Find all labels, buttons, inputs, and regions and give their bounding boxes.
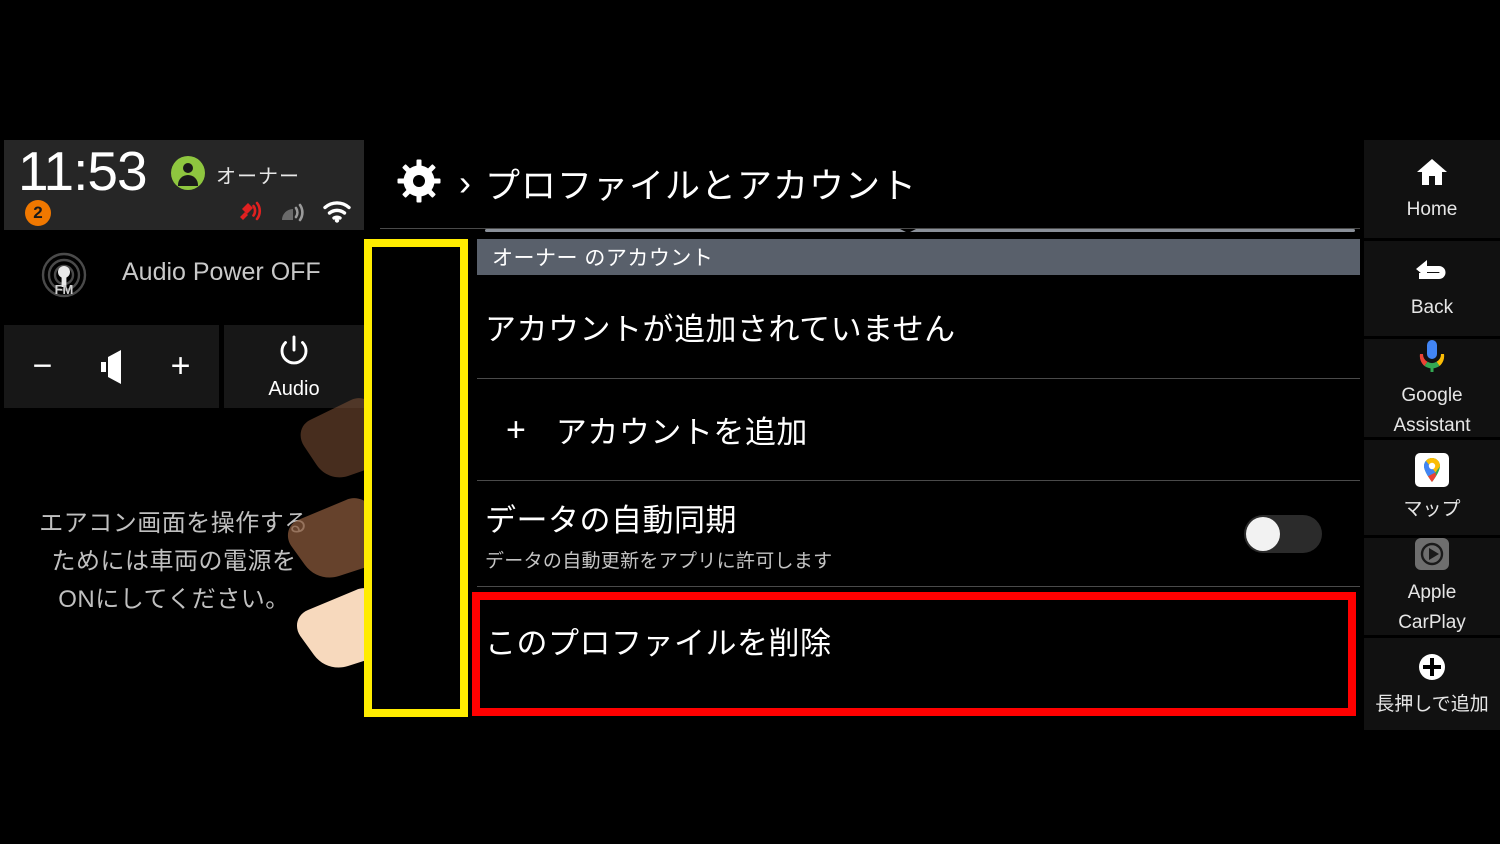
avatar-head [183,163,193,173]
sidebar-item-label: マップ [1403,499,1461,520]
volume-control-bar: − + [4,325,219,408]
sidebar-item-google-assistant[interactable]: Google Assistant [1364,339,1500,437]
breadcrumb: › プロファイルとアカウント [380,140,1360,226]
row-text-block: データの自動同期 データの自動更新をアプリに許可します [485,495,832,573]
page-title: プロファイルとアカウント [485,166,918,206]
clock: 11:53 [18,140,148,202]
volume-down-button[interactable]: − [18,325,68,408]
left-panel: 11:53 オーナー 2 FM Audio Power OFF − + Audi… [0,140,364,716]
sidebar-item-add-shortcut[interactable]: 長押しで追加 [1364,638,1500,730]
auto-sync-toggle[interactable] [1244,514,1322,553]
row-title: アカウントが追加されていません [485,312,956,347]
section-header: オーナー のアカウント [477,239,1360,275]
speaker-icon [95,349,129,384]
toggle-knob [1246,516,1280,551]
plus-circle-icon [1417,652,1447,687]
cellular-signal-icon [280,198,310,229]
right-sidebar: Home Back Google Assistant マップ Apple Car… [1364,140,1500,730]
sidebar-item-maps[interactable]: マップ [1364,440,1500,535]
apple-carplay-icon [1415,538,1449,575]
sidebar-item-apple-carplay[interactable]: Apple CarPlay [1364,538,1500,635]
row-title: アカウントを追加 [555,415,808,450]
wifi-icon [322,198,352,229]
settings-list: オーナー のアカウント アカウントが追加されていません + アカウントを追加 デ… [477,239,1360,693]
sidebar-item-label-line2: CarPlay [1398,612,1466,633]
row-subtitle: データの自動更新をアプリに許可します [485,550,833,572]
status-bar: 11:53 オーナー 2 [4,140,364,230]
list-item-auto-sync[interactable]: データの自動同期 データの自動更新をアプリに許可します [477,481,1360,586]
back-arrow-icon [1415,257,1449,290]
sidebar-item-label: Home [1406,198,1458,220]
home-icon [1416,157,1448,192]
main-content: › プロファイルとアカウント オーナー のアカウント アカウントが追加されていま… [380,140,1360,716]
header-divider [380,228,1360,233]
infotainment-screenshot: 11:53 オーナー 2 FM Audio Power OFF − + Audi… [0,0,1500,844]
google-assistant-mic-icon [1419,339,1445,378]
notification-badge[interactable]: 2 [25,200,51,226]
avatar[interactable] [171,156,205,190]
gps-muted-icon [238,198,266,229]
profile-name: オーナー [216,166,300,188]
svg-text:FM: FM [55,282,74,297]
list-item-delete-profile[interactable]: このプロファイルを削除 [477,587,1360,693]
sidebar-item-home[interactable]: Home [1364,140,1500,238]
breadcrumb-separator: › [459,162,471,203]
volume-up-button[interactable]: + [156,325,206,408]
list-item-no-accounts: アカウントが追加されていません [477,275,1360,378]
audio-status-row[interactable]: FM Audio Power OFF [0,232,364,320]
sidebar-item-label: 長押しで追加 [1375,693,1489,715]
row-title: データの自動同期 [485,502,737,538]
hvac-message: エアコン画面を操作する ためには車両の電源を ONにしてください。 [39,510,309,613]
sidebar-item-label-line2: Assistant [1393,414,1471,436]
divider-accent [485,229,1355,232]
google-maps-icon [1415,453,1449,492]
row-title: このプロファイルを削除 [485,625,832,661]
list-item-add-account[interactable]: + アカウントを追加 [477,379,1360,480]
sidebar-item-label-line1: Google [1401,384,1463,406]
avatar-body [178,175,198,186]
sidebar-item-back[interactable]: Back [1364,241,1500,336]
sidebar-item-label: Back [1410,297,1454,318]
sidebar-item-label-line1: Apple [1407,582,1457,603]
audio-power-button[interactable]: Audio [224,325,364,408]
plus-icon: + [506,410,526,449]
settings-gear-icon[interactable] [397,159,441,208]
power-icon [275,333,313,376]
audio-power-label: Audio [268,377,320,400]
fm-radio-icon: FM [38,252,90,309]
audio-power-status: Audio Power OFF [122,258,321,286]
